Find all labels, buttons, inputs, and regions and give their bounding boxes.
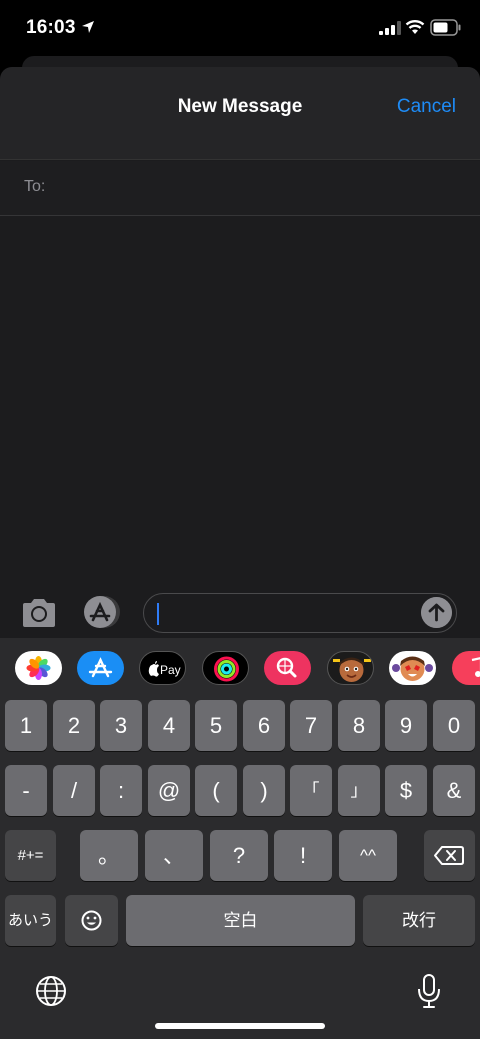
- delete-key[interactable]: [424, 830, 475, 881]
- key-6[interactable]: 6: [243, 700, 285, 751]
- microphone-icon[interactable]: [416, 973, 442, 1009]
- key-at[interactable]: @: [148, 765, 190, 816]
- symbols-toggle-key[interactable]: #+=: [5, 830, 56, 881]
- globe-icon[interactable]: [35, 975, 67, 1007]
- key-1[interactable]: 1: [5, 700, 47, 751]
- cellular-signal-icon: [379, 21, 401, 35]
- key-japanese-comma[interactable]: 、: [145, 830, 203, 881]
- return-key[interactable]: 改行: [363, 895, 475, 946]
- memoji-stickers-app-icon[interactable]: [389, 651, 436, 685]
- nav-bar: New Message Cancel: [0, 67, 480, 160]
- app-store-icon[interactable]: [80, 594, 124, 630]
- key-hyphen[interactable]: -: [5, 765, 47, 816]
- key-dollar[interactable]: $: [385, 765, 427, 816]
- battery-icon: [430, 19, 461, 36]
- music-app-icon[interactable]: [452, 651, 480, 685]
- key-close-bracket[interactable]: 」: [338, 765, 380, 816]
- message-area: [0, 217, 480, 577]
- status-bar: 16:03: [0, 0, 480, 56]
- emoji-icon: [81, 910, 102, 931]
- key-0[interactable]: 0: [433, 700, 475, 751]
- wifi-icon: [405, 20, 425, 34]
- key-9[interactable]: 9: [385, 700, 427, 751]
- key-open-bracket[interactable]: 「: [290, 765, 332, 816]
- memoji-app-icon[interactable]: [327, 651, 374, 685]
- key-4[interactable]: 4: [148, 700, 190, 751]
- key-open-paren[interactable]: (: [195, 765, 237, 816]
- location-arrow-icon: [82, 21, 94, 33]
- key-question[interactable]: ?: [210, 830, 268, 881]
- apple-pay-label: Pay: [160, 663, 181, 677]
- kana-key[interactable]: あいう: [5, 895, 56, 946]
- apple-pay-app-icon[interactable]: Pay: [139, 651, 186, 685]
- home-indicator[interactable]: [155, 1023, 325, 1029]
- send-arrow-icon[interactable]: [421, 597, 452, 628]
- emoji-key[interactable]: [65, 895, 118, 946]
- key-5[interactable]: 5: [195, 700, 237, 751]
- key-7[interactable]: 7: [290, 700, 332, 751]
- key-close-paren[interactable]: ): [243, 765, 285, 816]
- backspace-icon: [434, 846, 464, 865]
- app-store-app-icon[interactable]: [77, 651, 124, 685]
- cancel-button[interactable]: Cancel: [397, 96, 456, 118]
- key-colon[interactable]: :: [100, 765, 142, 816]
- space-key[interactable]: 空白: [126, 895, 355, 946]
- key-slash[interactable]: /: [53, 765, 95, 816]
- to-label: To:: [24, 178, 46, 195]
- key-exclamation[interactable]: !: [274, 830, 332, 881]
- key-3[interactable]: 3: [100, 700, 142, 751]
- web-search-app-icon[interactable]: [264, 651, 311, 685]
- key-caret-face[interactable]: ^^: [339, 830, 397, 881]
- photos-app-icon[interactable]: [15, 651, 62, 685]
- message-input[interactable]: [143, 593, 457, 633]
- key-8[interactable]: 8: [338, 700, 380, 751]
- camera-icon[interactable]: [20, 597, 58, 629]
- key-japanese-period[interactable]: 。: [80, 830, 138, 881]
- imessage-app-strip: Pay: [0, 639, 480, 697]
- key-2[interactable]: 2: [53, 700, 95, 751]
- key-ampersand[interactable]: &: [433, 765, 475, 816]
- activity-app-icon[interactable]: [202, 651, 249, 685]
- recipient-field[interactable]: To:: [0, 161, 480, 216]
- text-caret: [157, 603, 159, 625]
- status-time: 16:03: [26, 17, 76, 38]
